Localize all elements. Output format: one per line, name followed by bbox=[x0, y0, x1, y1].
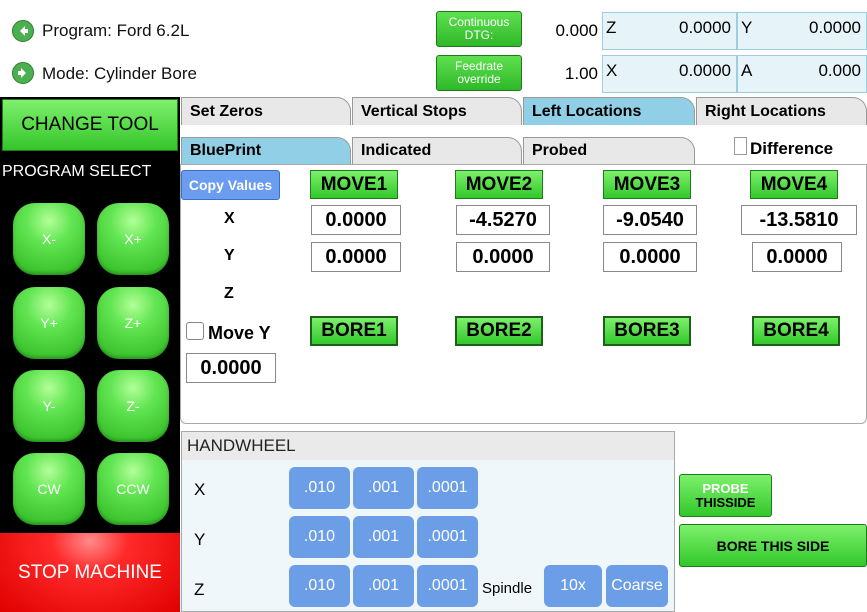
tab-probed[interactable]: Probed bbox=[523, 137, 695, 164]
bore2-button[interactable]: BORE2 bbox=[455, 316, 543, 346]
y-step-001[interactable]: .001 bbox=[353, 516, 414, 558]
x-axis-readout: X 0.0000 bbox=[602, 55, 737, 93]
bore4-button[interactable]: BORE4 bbox=[752, 316, 840, 346]
row-label-y: Y bbox=[224, 247, 235, 264]
tab-set-zeros[interactable]: Set Zeros bbox=[181, 97, 351, 125]
move-y-value[interactable]: 0.0000 bbox=[186, 353, 276, 383]
y-value-2[interactable]: 0.0000 bbox=[456, 242, 550, 272]
handwheel-axis-z: Z bbox=[194, 580, 205, 599]
jog-x-plus-button[interactable]: X+ bbox=[97, 203, 169, 275]
move-y-label: Move Y bbox=[208, 323, 271, 343]
z-axis-label: Z bbox=[606, 18, 617, 37]
spindle-10x-button[interactable]: 10x bbox=[544, 565, 602, 607]
y-value-1[interactable]: 0.0000 bbox=[311, 242, 401, 272]
y-value-4[interactable]: 0.0000 bbox=[752, 242, 842, 272]
z-axis-readout: Z 0.0000 bbox=[602, 12, 737, 50]
z-step-010[interactable]: .010 bbox=[289, 565, 350, 607]
spindle-coarse-button[interactable]: Coarse bbox=[606, 565, 668, 607]
move-y-checkbox[interactable] bbox=[186, 322, 204, 340]
jog-z-minus-button[interactable]: Z- bbox=[97, 370, 169, 442]
move4-button[interactable]: MOVE4 bbox=[750, 170, 838, 199]
handwheel-title: HANDWHEEL bbox=[182, 432, 674, 460]
x-step-010[interactable]: .010 bbox=[289, 467, 350, 509]
a-axis-readout: A 0.000 bbox=[737, 55, 867, 93]
tab-indicated[interactable]: Indicated bbox=[352, 137, 522, 164]
change-tool-button[interactable]: CHANGE TOOL bbox=[2, 99, 178, 151]
y-axis-value: 0.0000 bbox=[809, 18, 861, 37]
jog-z-plus-button[interactable]: Z+ bbox=[97, 287, 169, 359]
x-value-4[interactable]: -13.5810 bbox=[741, 205, 857, 235]
x-axis-value: 0.0000 bbox=[679, 61, 731, 80]
a-axis-value: 0.000 bbox=[818, 61, 861, 80]
row-label-x: X bbox=[224, 210, 235, 227]
y-step-010[interactable]: .010 bbox=[289, 516, 350, 558]
probe-label: PROBE bbox=[702, 480, 749, 496]
y-axis-readout: Y 0.0000 bbox=[737, 12, 867, 50]
handwheel-axis-x: X bbox=[194, 480, 206, 499]
handwheel-axis-y: Y bbox=[194, 530, 206, 549]
tab-vertical-stops[interactable]: Vertical Stops bbox=[352, 97, 522, 125]
probe-this-side-button[interactable]: PROBE THISSIDE bbox=[679, 474, 772, 517]
left-panel: CHANGE TOOL PROGRAM SELECT X- X+ Y+ Z+ Y… bbox=[0, 97, 180, 612]
tab-right-locations[interactable]: Right Locations bbox=[696, 97, 867, 125]
spindle-cw-button[interactable]: CW bbox=[13, 453, 85, 525]
program-select-button[interactable]: PROGRAM SELECT bbox=[2, 163, 151, 181]
copy-values-button[interactable]: Copy Values bbox=[181, 170, 280, 200]
move3-button[interactable]: MOVE3 bbox=[603, 170, 691, 199]
difference-checkbox[interactable] bbox=[734, 137, 747, 155]
z-step-001[interactable]: .001 bbox=[353, 565, 414, 607]
jog-y-plus-button[interactable]: Y+ bbox=[13, 287, 85, 359]
forward-icon[interactable] bbox=[12, 62, 34, 84]
spindle-label: Spindle bbox=[482, 580, 533, 597]
x-step-0001[interactable]: .0001 bbox=[417, 467, 478, 509]
x-step-001[interactable]: .001 bbox=[353, 467, 414, 509]
dtg-value: 0.000 bbox=[555, 21, 598, 40]
mode-label: Mode: Cylinder Bore bbox=[42, 64, 197, 83]
z-axis-value: 0.0000 bbox=[679, 18, 731, 37]
spindle-ccw-button[interactable]: CCW bbox=[97, 453, 169, 525]
locations-panel bbox=[180, 164, 867, 424]
x-value-2[interactable]: -4.5270 bbox=[456, 205, 550, 235]
x-value-3[interactable]: -9.0540 bbox=[603, 205, 697, 235]
stop-machine-button[interactable]: STOP MACHINE bbox=[0, 533, 180, 612]
feedrate-value: 1.00 bbox=[564, 64, 598, 83]
difference-label: Difference bbox=[750, 139, 834, 158]
jog-y-minus-button[interactable]: Y- bbox=[13, 370, 85, 442]
program-label: Program: Ford 6.2L bbox=[42, 21, 190, 40]
x-axis-label: X bbox=[606, 61, 618, 80]
feedrate-override-button[interactable]: Feedrate override bbox=[436, 55, 522, 91]
row-label-z: Z bbox=[224, 285, 234, 302]
jog-x-minus-button[interactable]: X- bbox=[13, 203, 85, 275]
bore1-button[interactable]: BORE1 bbox=[310, 316, 398, 346]
y-value-3[interactable]: 0.0000 bbox=[603, 242, 697, 272]
z-step-0001[interactable]: .0001 bbox=[417, 565, 478, 607]
override-label: override bbox=[457, 72, 501, 86]
thisside-label: THISSIDE bbox=[695, 494, 756, 510]
back-icon[interactable] bbox=[12, 20, 34, 42]
dtg-label: DTG: bbox=[464, 28, 494, 42]
tab-left-locations[interactable]: Left Locations bbox=[523, 97, 695, 125]
bore3-button[interactable]: BORE3 bbox=[603, 316, 691, 346]
bore-this-side-button[interactable]: BORE THIS SIDE bbox=[679, 524, 867, 567]
y-step-0001[interactable]: .0001 bbox=[417, 516, 478, 558]
y-axis-label: Y bbox=[741, 18, 753, 37]
a-axis-label: A bbox=[741, 61, 753, 80]
move2-button[interactable]: MOVE2 bbox=[455, 170, 543, 199]
move1-button[interactable]: MOVE1 bbox=[310, 170, 398, 199]
x-value-1[interactable]: 0.0000 bbox=[311, 205, 401, 235]
tab-blueprint[interactable]: BluePrint bbox=[181, 137, 351, 164]
continuous-dtg-button[interactable]: Continuous DTG: bbox=[436, 11, 522, 47]
